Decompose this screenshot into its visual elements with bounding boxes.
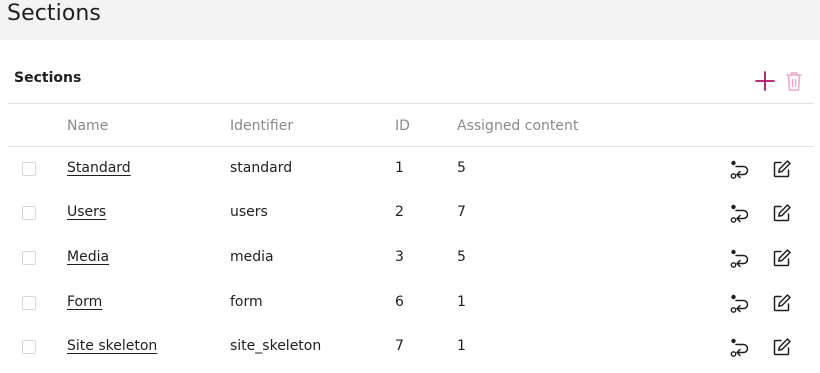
section-id: 6 [395, 294, 404, 310]
table-row: Media media 3 5 [8, 236, 814, 280]
plus-icon [755, 71, 775, 91]
section-identifier: form [230, 294, 263, 310]
section-identifier: users [230, 204, 268, 220]
column-header-name[interactable]: Name [67, 118, 108, 134]
section-assigned-count: 1 [457, 338, 466, 354]
table-row: Users users 2 7 [8, 191, 814, 235]
assign-content-icon [730, 338, 749, 357]
row-checkbox[interactable] [22, 296, 36, 310]
section-id: 3 [395, 249, 404, 265]
edit-icon [773, 204, 791, 222]
add-section-button[interactable] [754, 70, 776, 92]
row-checkbox[interactable] [22, 251, 36, 265]
section-assigned-count: 1 [457, 294, 466, 310]
edit-section-button[interactable] [772, 293, 792, 313]
section-identifier: media [230, 249, 274, 265]
column-header-assigned-content[interactable]: Assigned content [457, 118, 578, 134]
delete-sections-button[interactable] [784, 70, 804, 92]
section-name-link[interactable]: Standard [67, 160, 131, 176]
edit-section-button[interactable] [772, 337, 792, 357]
assign-content-icon [730, 294, 749, 313]
edit-section-button[interactable] [772, 248, 792, 268]
section-id: 2 [395, 204, 404, 220]
page-title: Sections [7, 1, 101, 26]
assign-content-icon [730, 204, 749, 223]
row-checkbox[interactable] [22, 340, 36, 354]
section-id: 7 [395, 338, 404, 354]
edit-section-button[interactable] [772, 203, 792, 223]
edit-icon [773, 338, 791, 356]
table-row: Standard standard 1 5 [8, 147, 814, 191]
table-row: Form form 6 1 [8, 281, 814, 325]
edit-section-button[interactable] [772, 159, 792, 179]
trash-icon [786, 72, 802, 91]
edit-icon [773, 294, 791, 312]
assign-content-button[interactable] [730, 293, 750, 315]
sections-panel: Sections Name Identifier ID Assigned con… [8, 58, 814, 373]
section-assigned-count: 5 [457, 249, 466, 265]
assign-content-button[interactable] [730, 159, 750, 181]
section-id: 1 [395, 160, 404, 176]
assign-content-button[interactable] [730, 337, 750, 359]
table-row: Site skeleton site_skeleton 7 1 [8, 325, 814, 369]
section-name-link[interactable]: Media [67, 249, 109, 265]
section-identifier: standard [230, 160, 293, 176]
edit-icon [773, 160, 791, 178]
section-assigned-count: 7 [457, 204, 466, 220]
row-checkbox[interactable] [22, 162, 36, 176]
assign-content-icon [730, 249, 749, 268]
section-name-link[interactable]: Site skeleton [67, 338, 157, 354]
assign-content-button[interactable] [730, 248, 750, 270]
section-name-link[interactable]: Users [67, 204, 106, 220]
section-assigned-count: 5 [457, 160, 466, 176]
edit-icon [773, 249, 791, 267]
assign-content-icon [730, 160, 749, 179]
assign-content-button[interactable] [730, 203, 750, 225]
page-header: Sections [0, 0, 820, 40]
column-header-identifier[interactable]: Identifier [230, 118, 293, 134]
row-checkbox[interactable] [22, 206, 36, 220]
panel-header: Sections [8, 58, 814, 104]
column-header-id[interactable]: ID [395, 118, 410, 134]
panel-title: Sections [14, 70, 82, 86]
section-name-link[interactable]: Form [67, 294, 102, 310]
section-identifier: site_skeleton [230, 338, 322, 354]
